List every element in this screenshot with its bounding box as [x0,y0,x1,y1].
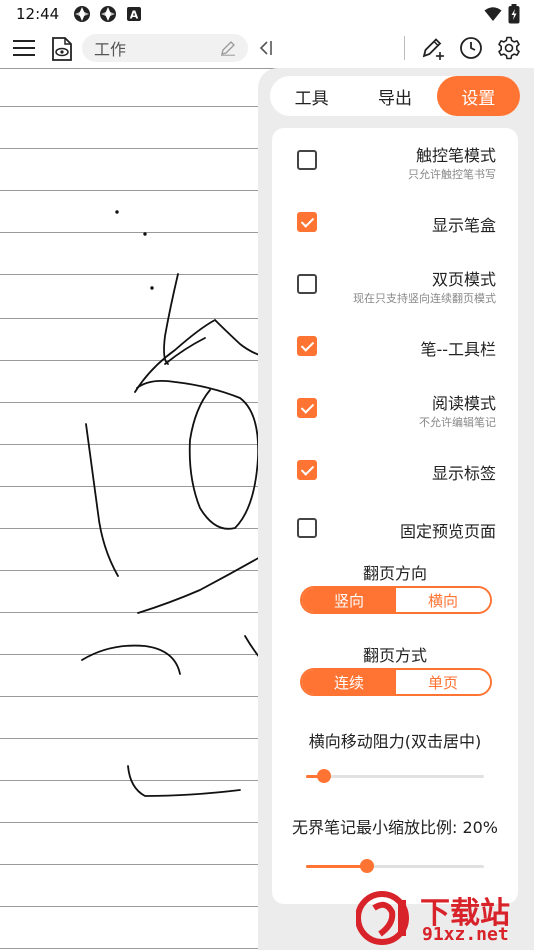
drag-resistance-label: 横向移动阻力(双击居中) [308,732,482,751]
checkbox-show-pen-box[interactable] [297,212,317,232]
checkbox-reading-mode[interactable] [297,398,317,418]
toolbar-divider [404,36,405,60]
option-label: 显示标签 [431,464,496,483]
settings-card: 触控笔模式 只允许触控笔书写 显示笔盒 双页模式 现在只支持竖向连续翻页模式 笔… [272,128,518,904]
drag-resistance-slider[interactable] [306,766,484,786]
aperture-icon-2 [99,5,117,23]
watermark-emblem-icon [356,891,409,945]
svg-text:A: A [130,9,139,22]
page-direction-title: 翻页方向 [362,564,427,583]
tab-settings[interactable]: 设置 [436,76,520,116]
option-sub: 不允许编辑笔记 [419,416,496,429]
page-direction-segmented: 竖向 横向 [300,586,492,614]
option-pen-toolbar[interactable]: 笔--工具栏 [272,314,518,374]
status-bar: 12:44 A [0,0,534,28]
min-zoom-slider[interactable] [306,856,484,876]
notification-badge-icon: A [125,5,143,23]
option-label: 阅读模式 [431,394,496,413]
checkbox-dual-page[interactable] [297,274,317,294]
status-time: 12:44 [16,5,60,23]
collapse-left-icon[interactable] [256,36,276,60]
checkbox-show-tags[interactable] [297,460,317,480]
preview-document-icon[interactable] [50,36,74,62]
page-mode-continuous[interactable]: 连续 [302,670,396,694]
wifi-icon [484,6,502,26]
aperture-icon [73,5,91,23]
page-direction-horizontal[interactable]: 横向 [396,588,490,612]
slider-thumb[interactable] [359,859,374,873]
option-stylus-mode[interactable]: 触控笔模式 只允许触控笔书写 [272,128,518,188]
option-sub: 只允许触控笔书写 [408,168,496,181]
add-pen-icon[interactable] [420,34,446,62]
panel-tabs: 工具 导出 设置 [270,76,520,116]
checkbox-pen-toolbar[interactable] [297,336,317,356]
slider-track [306,775,484,778]
settings-gear-icon[interactable] [496,35,522,61]
min-zoom-label: 无界笔记最小缩放比例: 20% [291,818,499,837]
slider-fill [306,865,367,868]
tab-export[interactable]: 导出 [353,76,436,116]
option-show-pen-box[interactable]: 显示笔盒 [272,190,518,250]
checkbox-stylus-mode[interactable] [297,150,317,170]
option-reading-mode[interactable]: 阅读模式 不允许编辑笔记 [272,376,518,436]
settings-panel: 工具 导出 设置 触控笔模式 只允许触控笔书写 显示笔盒 双页模式 现在只支持竖… [258,68,534,950]
option-show-tags[interactable]: 显示标签 [272,438,518,498]
option-label: 双页模式 [431,270,496,289]
handwriting-strokes [81,210,263,797]
battery-icon [508,4,520,28]
option-fixed-preview[interactable]: 固定预览页面 [272,500,518,560]
note-title-field[interactable]: 工作 [82,34,248,62]
page-direction-vertical[interactable]: 竖向 [302,588,396,612]
watermark-text-url: 91xz.net [422,924,509,945]
option-dual-page[interactable]: 双页模式 现在只支持竖向连续翻页模式 [272,252,518,312]
option-sub: 现在只支持竖向连续翻页模式 [353,292,496,305]
option-label: 笔--工具栏 [420,340,496,359]
slider-thumb[interactable] [316,769,331,783]
page-mode-single[interactable]: 单页 [396,670,490,694]
option-label: 触控笔模式 [415,146,496,165]
history-clock-icon[interactable] [458,35,484,61]
page-mode-segmented: 连续 单页 [300,668,492,696]
menu-icon[interactable] [12,36,36,60]
edit-pencil-icon[interactable] [220,40,236,60]
checkbox-fixed-preview[interactable] [297,518,317,538]
page-mode-title: 翻页方式 [362,646,427,665]
tab-tools[interactable]: 工具 [270,76,353,116]
top-toolbar: 工作 [0,28,534,68]
option-label: 显示笔盒 [431,216,496,235]
watermark-logo: 下载站 91xz.net [356,888,528,948]
note-title: 工作 [94,40,127,59]
option-label: 固定预览页面 [399,522,496,541]
